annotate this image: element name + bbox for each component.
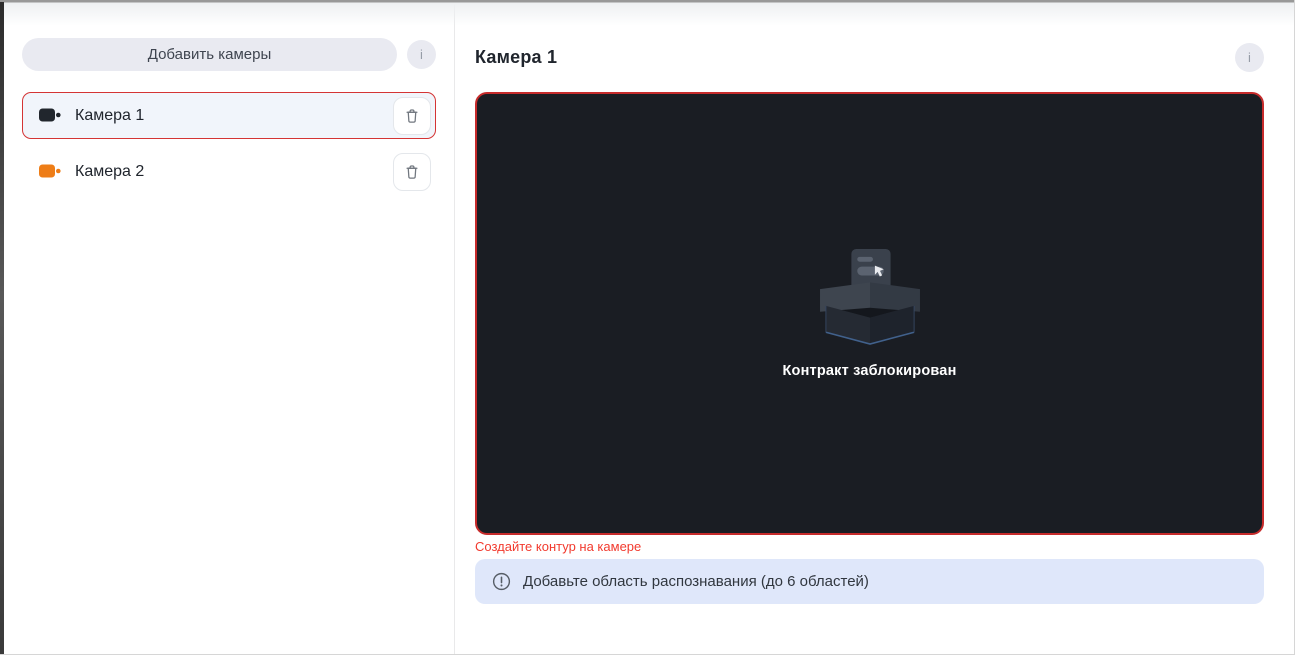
- delete-camera-button[interactable]: [393, 96, 431, 135]
- page-title: Камера 1: [475, 47, 558, 67]
- preview-placeholder: Контракт заблокирован: [782, 248, 957, 379]
- video-status-text: Контракт заблокирован: [782, 362, 957, 379]
- camera-list-item-2[interactable]: Камера 2: [22, 148, 436, 195]
- video-camera-icon: [39, 164, 63, 179]
- camera-label: Камера 2: [75, 162, 145, 180]
- sidebar-toolbar: Добавить камеры i: [22, 38, 436, 71]
- info-banner: Добавьте область распознавания (до 6 обл…: [475, 559, 1264, 604]
- validation-error-text: Создайте контур на камере: [475, 539, 642, 554]
- alert-circle-icon: [491, 571, 512, 592]
- sidebar-info-icon[interactable]: i: [407, 40, 436, 69]
- main-info-icon[interactable]: i: [1235, 43, 1264, 72]
- trash-icon: [403, 107, 421, 125]
- delete-camera-button[interactable]: [393, 152, 431, 191]
- camera-list-item-1[interactable]: Камера 1: [22, 92, 436, 139]
- main-header: Камера 1 i: [475, 42, 1264, 73]
- camera-sidebar: Добавить камеры i Камера 1 Камера 2: [4, 2, 455, 654]
- empty-box-illustration: [816, 248, 924, 347]
- camera-label: Камера 1: [75, 106, 145, 124]
- window-left-edge: [0, 2, 4, 654]
- banner-text: Добавьте область распознавания (до 6 обл…: [523, 573, 869, 590]
- camera-detail-panel: Камера 1 i Контракт заблокирован Создайт…: [455, 2, 1294, 654]
- camera-list: Камера 1 Камера 2: [22, 92, 436, 195]
- camera-preview-canvas[interactable]: Контракт заблокирован: [475, 92, 1264, 535]
- app-content: Добавить камеры i Камера 1 Камера 2 Каме…: [4, 2, 1294, 654]
- app-window: Добавить камеры i Камера 1 Камера 2 Каме…: [0, 0, 1295, 655]
- add-cameras-button[interactable]: Добавить камеры: [22, 38, 397, 71]
- video-camera-icon: [39, 108, 63, 123]
- trash-icon: [403, 163, 421, 181]
